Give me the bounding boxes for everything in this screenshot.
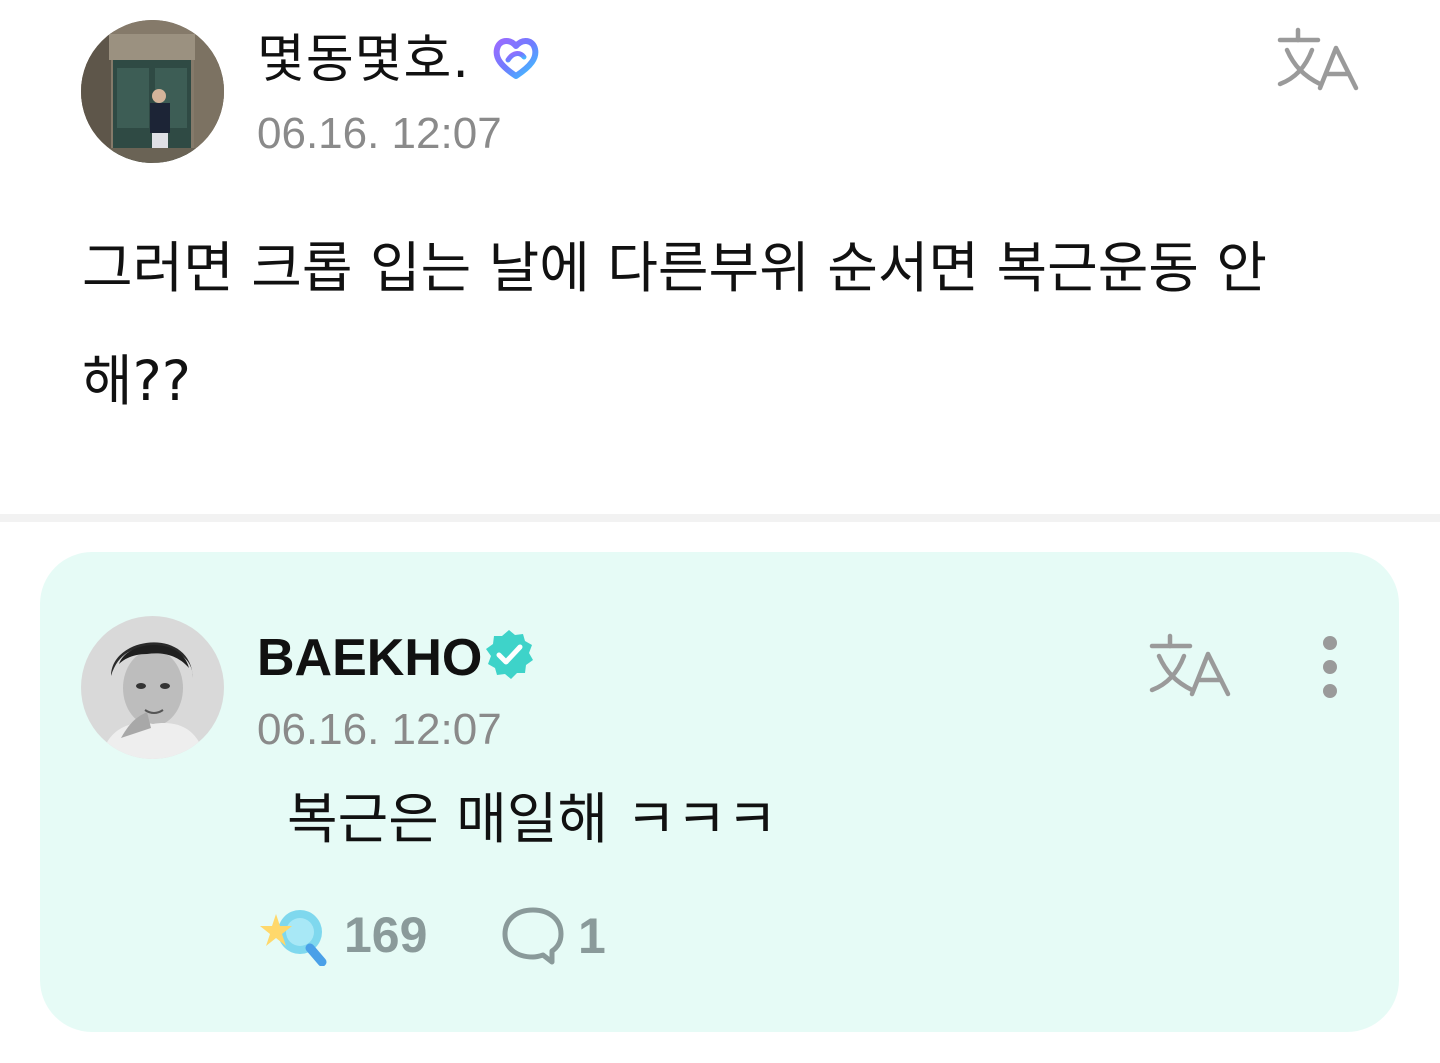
like-button[interactable]: 169 [258,904,427,966]
comment-button[interactable]: 1 [500,904,606,968]
post-detail-page: 몇동몇호. 06.16. 12:07 그러면 크롭 입는 날에 다른부위 순서면… [0,0,1440,1063]
artist-reply-card: BAEKHO 06.16. 12:07 복근은 매일해 ㅋㅋㅋ 169 1 [40,552,1399,1032]
fan-avatar[interactable] [81,20,224,163]
translate-icon[interactable] [1276,26,1360,92]
fan-heart-badge-icon [493,38,539,79]
more-vertical-icon[interactable] [1312,634,1348,700]
lightstick-like-icon [260,910,327,966]
like-count: 169 [344,907,428,963]
artist-reply-timestamp: 06.16. 12:07 [257,705,502,754]
translate-icon[interactable] [1148,632,1232,698]
fan-post-timestamp: 06.16. 12:07 [257,109,502,158]
fan-author-name[interactable]: 몇동몇호. [257,34,470,86]
verified-badge-icon [486,630,533,679]
fan-post-body: 그러면 크롭 입는 날에 다른부위 순서면 복근운동 안해?? [82,236,1267,413]
artist-author-name[interactable]: BAEKHO [257,632,482,684]
section-divider [0,514,1440,522]
artist-reply-body: 복근은 매일해 ㅋㅋㅋ [287,787,778,851]
comment-bubble-icon [502,907,564,965]
artist-avatar[interactable] [81,616,224,759]
fan-post: 몇동몇호. 06.16. 12:07 그러면 크롭 입는 날에 다른부위 순서면… [0,0,1440,514]
comment-count: 1 [578,908,606,964]
